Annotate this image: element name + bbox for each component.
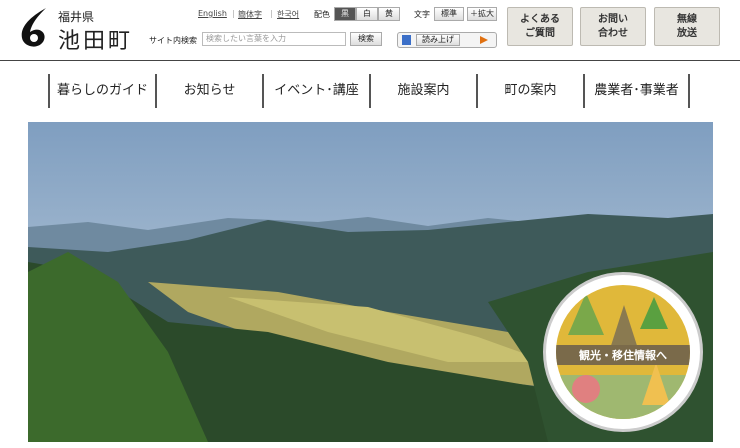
- main-nav: 暮らしのガイド お知らせ イベント･講座 施設案内 町の案内 農業者･事業者: [48, 74, 690, 108]
- contact-label-1: お問い: [598, 14, 628, 25]
- text-size-label: 文字: [414, 10, 430, 19]
- color-label: 配色: [314, 10, 330, 19]
- lang-chinese[interactable]: 簡体字: [238, 9, 262, 20]
- badge-illustration: 観光・移住情報へ: [556, 285, 690, 419]
- color-black-button[interactable]: 黒: [334, 7, 356, 21]
- nav-living-guide[interactable]: 暮らしのガイド: [48, 74, 155, 108]
- tourism-migration-badge[interactable]: 観光・移住情報へ: [543, 272, 703, 432]
- radio-label-2: 放送: [677, 28, 697, 39]
- search-label: サイト内検索: [149, 36, 197, 45]
- divider: |: [270, 9, 273, 18]
- faq-label-1: よくある: [520, 14, 560, 25]
- nav-business[interactable]: 農業者･事業者: [583, 74, 690, 108]
- lang-korean[interactable]: 한국어: [277, 9, 299, 20]
- contact-label-2: 合わせ: [598, 28, 628, 39]
- divider: |: [232, 9, 235, 18]
- badge-label: 観光・移住情報へ: [556, 345, 690, 365]
- play-icon[interactable]: [480, 36, 488, 44]
- text-standard-button[interactable]: 標準: [434, 7, 464, 21]
- town-emblem-icon: [21, 8, 46, 47]
- read-aloud-button[interactable]: 読み上げ: [416, 34, 460, 46]
- faq-label-2: ご質問: [525, 28, 555, 39]
- nav-events[interactable]: イベント･講座: [262, 74, 369, 108]
- read-aloud-widget[interactable]: 読み上げ: [397, 32, 497, 48]
- color-yellow-button[interactable]: 黄: [378, 7, 400, 21]
- speaker-icon: [402, 35, 411, 45]
- nav-facilities[interactable]: 施設案内: [369, 74, 476, 108]
- nav-news[interactable]: お知らせ: [155, 74, 262, 108]
- text-enlarge-button[interactable]: ＋拡大: [467, 7, 497, 21]
- radio-broadcast-button[interactable]: 無線 放送: [654, 7, 720, 46]
- contact-button[interactable]: お問い 合わせ: [580, 7, 646, 46]
- header-divider: [0, 60, 740, 61]
- lang-english[interactable]: English: [198, 9, 227, 18]
- nav-town-info[interactable]: 町の案内: [476, 74, 583, 108]
- search-input[interactable]: 検索したい言葉を入力: [202, 32, 346, 46]
- radio-label-1: 無線: [677, 14, 697, 25]
- search-button[interactable]: 検索: [350, 32, 382, 46]
- town-name: 池田町: [58, 29, 134, 54]
- faq-button[interactable]: よくある ご質問: [507, 7, 573, 46]
- color-white-button[interactable]: 白: [356, 7, 378, 21]
- site-logo[interactable]: 福井県 池田町: [18, 6, 138, 54]
